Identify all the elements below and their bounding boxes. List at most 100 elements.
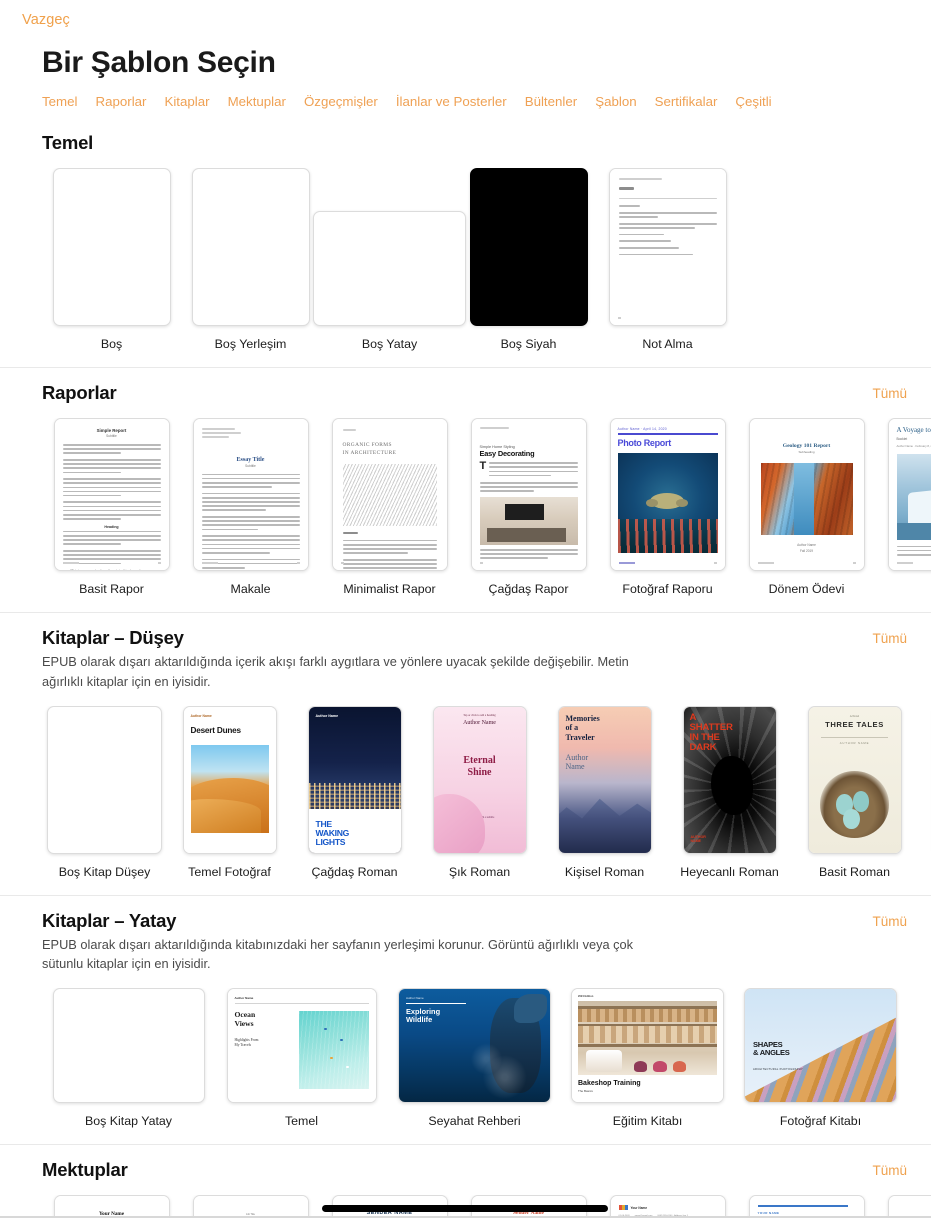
template-item[interactable]: Author Name Ocean Views Highlights From My T… [215, 988, 388, 1128]
section-kitaplar-dusey: Kitaplar – Düşey Tümü EPUB olarak dışarı a… [0, 612, 931, 895]
template-label: Boş Yerleşim [214, 337, 287, 351]
template-item[interactable]: Boş Yatay [313, 211, 466, 351]
template-label: Fotoğraf Kitabı [779, 1114, 862, 1129]
cancel-button[interactable]: Vazgeç [22, 12, 70, 28]
section-temel: Temel Boş Boş Yerleşim Boş Yatay Boş Siyah No… [0, 118, 931, 367]
template-label: Makale [230, 582, 271, 596]
template-thumbnail[interactable]: A Voyage to the ArcticBookletAuthor Name… [887, 418, 931, 571]
template-thumbnail[interactable]: Simple Home Styling Easy Decorating T [470, 418, 587, 571]
tab-mektuplar[interactable]: Mektuplar [219, 94, 295, 109]
template-item[interactable]: Essay Title Subtitle Makale [181, 418, 320, 596]
template-label: Not Alma [642, 337, 693, 351]
tab-bültenler[interactable]: Bültenler [516, 94, 586, 109]
category-tabbar: Temel Raporlar Kitaplar Mektuplar Özgeçmişle… [38, 94, 931, 118]
template-item[interactable]: Author Name THE WAKING LIGHTS Çağdaş Roman [292, 705, 417, 879]
template-item[interactable]: A Voyage to the ArcticBookletAuthor Name… [876, 418, 931, 596]
template-label: Fotoğraf Raporu [622, 582, 713, 596]
template-item[interactable]: Simple ReportSubtitleHeading“This is an … [42, 418, 181, 596]
template-thumbnail[interactable]: Essay Title Subtitle [192, 418, 309, 571]
template-label: Boş Yatay [361, 337, 418, 351]
template-label: Seyahat Rehberi [428, 1114, 521, 1129]
template-label: Eğitim Kitabı [612, 1114, 683, 1129]
template-item[interactable]: A SHATTER IN THE DARK AUTHOR NAME Heyecanlı Ro… [667, 705, 792, 879]
template-thumbnail[interactable] [608, 168, 727, 326]
template-thumbnail[interactable]: Author NameExploringWildlife [398, 988, 551, 1104]
template-thumbnail[interactable]: A SHATTER IN THE DARK AUTHOR NAME [682, 705, 777, 854]
template-item[interactable]: SHAPES & ANGLES ARCHITECTURAL PHOTOGRAPHY F… [734, 988, 907, 1128]
see-all-link-kitaplar-yatay[interactable]: Tümü [872, 914, 907, 929]
template-thumbnail[interactable]: Tap or click to add a heading Author Name… [432, 705, 527, 854]
template-thumbnail[interactable]: ORGANIC FORMS IN ARCHITECTURE [331, 418, 448, 571]
template-thumbnail[interactable]: 2024 Edition Bakeshop Training The Basics [571, 988, 724, 1104]
template-thumbnail[interactable]: Memories of a Traveler Author Name [557, 705, 652, 854]
template-item[interactable]: 2024 Edition Bakeshop Training The Basics E… [561, 988, 734, 1128]
tab-şablon[interactable]: Şablon [586, 94, 645, 109]
template-thumbnail[interactable]: Author Name THE WAKING LIGHTS [307, 705, 402, 854]
template-item[interactable]: ORGANIC FORMS IN ARCHITECTURE Minimalist R… [320, 418, 459, 596]
section-description: EPUB olarak dışarı aktarıldığında içerik… [42, 654, 629, 689]
tab-özgeçmişler[interactable]: Özgeçmişler [295, 94, 387, 109]
section-header: Kitaplar – Yatay Tümü [0, 896, 931, 932]
template-thumbnail[interactable]: Simple ReportSubtitleHeading“This is an … [53, 418, 170, 571]
template-thumbnail[interactable]: A Novel THREE TALES AUTHOR NAME [807, 705, 902, 854]
section-title: Kitaplar – Düşey [42, 627, 184, 648]
template-thumbnail[interactable] [47, 705, 162, 854]
template-row-kitaplar-dusey: Boş Kitap Düşey Author Name Desert Dunes Te… [0, 705, 931, 879]
tab-i̇lanlar-ve-posterler[interactable]: İlanlar ve Posterler [387, 94, 516, 109]
template-item[interactable]: Boş Kitap Yatay [42, 988, 215, 1128]
horizontal-scrollbar-thumb[interactable] [322, 1205, 608, 1212]
section-header: Kitaplar – Düşey Tümü [0, 613, 931, 649]
template-label: Çağdaş Rapor [488, 582, 569, 596]
template-item[interactable]: Boş Siyah [459, 168, 598, 351]
template-thumbnail[interactable] [469, 168, 588, 326]
see-all-link-raporlar[interactable]: Tümü [872, 386, 907, 401]
section-title: Mektuplar [42, 1159, 128, 1181]
template-label: Boş Kitap Yatay [84, 1114, 173, 1129]
template-row-kitaplar-yatay: Boş Kitap Yatay Author Name Ocean Views High… [0, 988, 931, 1128]
template-item[interactable]: A Novel THREE TALES AUTHOR NAME Basit Roman [792, 705, 917, 879]
template-item[interactable]: Memories of a Traveler Author Name Kişisel Ro… [542, 705, 667, 879]
template-item[interactable]: Author Name · April 14, 2020 Photo Report… [598, 418, 737, 596]
template-thumbnail[interactable]: Author Name Ocean Views Highlights From My T… [226, 988, 377, 1104]
section-title: Temel [42, 132, 94, 153]
template-item[interactable]: M [917, 706, 931, 879]
template-item[interactable]: Tap or click to add a heading Author Name… [417, 705, 542, 879]
template-thumbnail[interactable] [52, 988, 205, 1104]
see-all-link-kitaplar-dusey[interactable]: Tümü [872, 631, 907, 646]
template-thumbnail[interactable]: Author Name · April 14, 2020 Photo Report [609, 418, 726, 571]
see-all-link-mektuplar[interactable]: Tümü [872, 1163, 907, 1178]
template-item[interactable]: Boş Yerleşim [181, 168, 320, 351]
tab-temel[interactable]: Temel [38, 94, 86, 109]
template-label: Temel Fotoğraf [188, 864, 271, 879]
horizontal-scrollbar-track[interactable] [0, 1205, 931, 1214]
template-item[interactable]: RecipesSoupsby AuthorStiRa [907, 1002, 931, 1128]
template-item[interactable]: Boş [42, 168, 181, 351]
template-item[interactable]: Not Alma [598, 168, 737, 351]
template-thumbnail[interactable]: Author Name Desert Dunes [182, 705, 277, 854]
section-title: Kitaplar – Yatay [42, 909, 177, 931]
tab-çeşitli[interactable]: Çeşitli [726, 94, 780, 109]
template-thumbnail[interactable] [52, 168, 171, 326]
template-item[interactable]: Simple Home Styling Easy Decorating T Çağda… [459, 418, 598, 596]
template-label: Şık Roman [448, 864, 511, 879]
tab-raporlar[interactable]: Raporlar [86, 94, 155, 109]
template-thumbnail[interactable] [313, 211, 466, 326]
template-thumbnail[interactable]: Geology 101 Report Subheading Author Name F… [748, 418, 865, 571]
template-thumbnail[interactable] [191, 168, 310, 326]
section-header: Mektuplar Tümü [0, 1145, 931, 1181]
tab-kitaplar[interactable]: Kitaplar [155, 94, 218, 109]
template-label: Temel [284, 1114, 319, 1129]
template-item[interactable]: Geology 101 Report Subheading Author Name F… [737, 418, 876, 596]
template-thumbnail[interactable]: SHAPES & ANGLES ARCHITECTURAL PHOTOGRAPHY [744, 988, 897, 1104]
template-item[interactable]: Boş Kitap Düşey [42, 705, 167, 879]
template-label: Basit Roman [819, 864, 890, 879]
section-kitaplar-yatay: Kitaplar – Yatay Tümü EPUB olarak dışarı a… [0, 894, 931, 1145]
tab-sertifikalar[interactable]: Sertifikalar [646, 94, 727, 109]
template-label: Kişisel Roman [564, 864, 645, 879]
template-chooser-window: Vazgeç Bir Şablon Seçin Temel Raporlar Kit… [0, 0, 931, 1218]
template-item[interactable]: Author NameExploringWildlife Seyahat Rehb… [388, 988, 561, 1128]
template-item[interactable]: Author Name Desert Dunes Temel Fotoğraf [167, 705, 292, 879]
template-label: Basit Rapor [79, 582, 144, 596]
